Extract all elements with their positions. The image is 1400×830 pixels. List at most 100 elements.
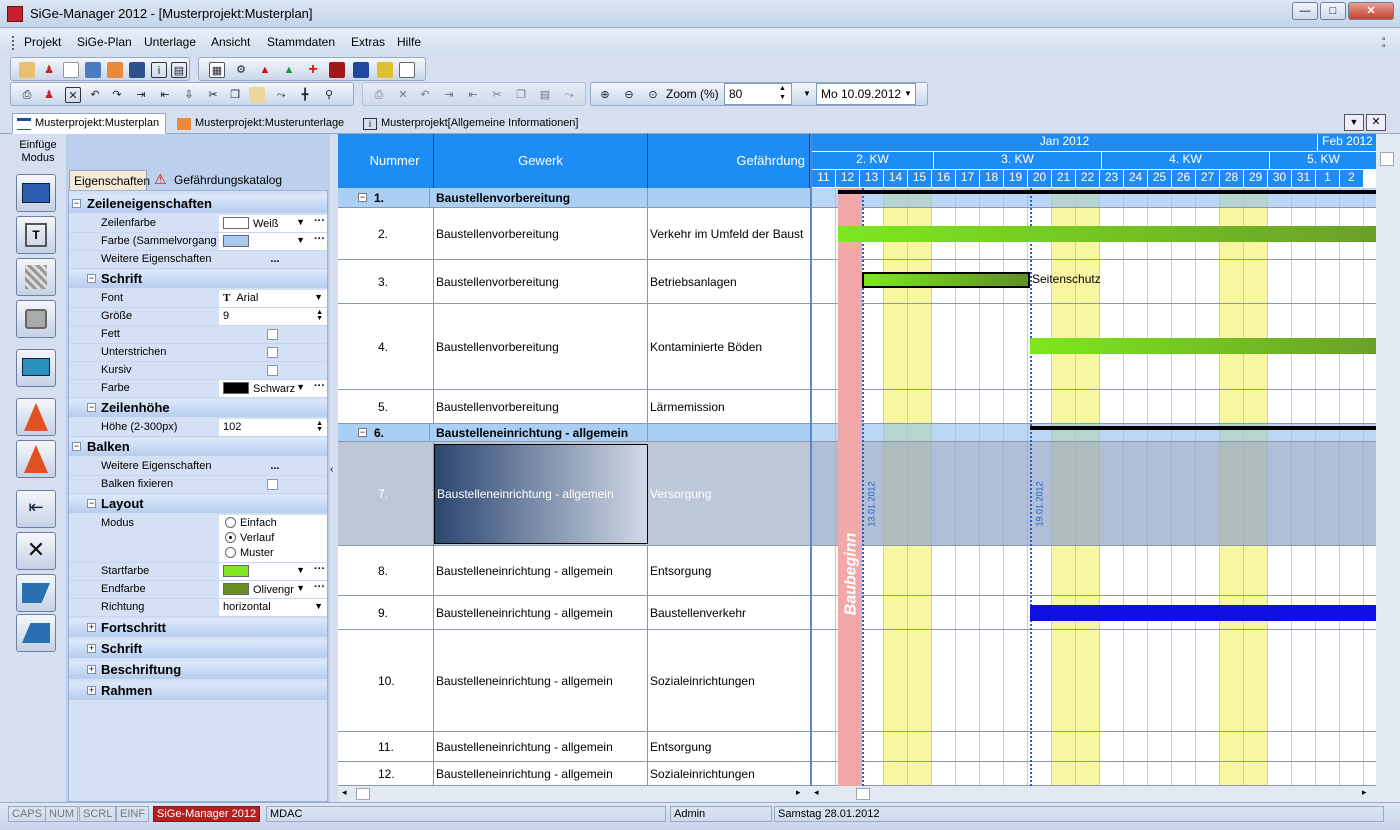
date-dropdown-arrow[interactable]: ▼ (904, 89, 912, 98)
groesse-value[interactable]: 9 ▲ ▼ (219, 308, 327, 325)
bar-row-4[interactable] (1030, 338, 1376, 354)
milestone-baubeginn[interactable] (838, 188, 862, 786)
section-balken[interactable]: − Balken (69, 438, 327, 456)
prop-kursiv[interactable]: Kursiv (69, 362, 327, 380)
table-row[interactable]: 4. Baustellenvorbereitung Kontaminierte Bö… (338, 304, 810, 390)
tab-musterplan[interactable]: Musterprojekt:Musterplan (12, 113, 167, 134)
link-icon[interactable]: ⤳ (273, 87, 289, 103)
insert-row-button[interactable] (16, 174, 56, 212)
close-button[interactable]: ✕ (1348, 2, 1394, 20)
grid-horizontal-scrollbar[interactable]: ◂ ▸ (338, 786, 810, 802)
table-row[interactable]: 2. Baustellenvorbereitung Verkehr im Umfel… (338, 208, 810, 260)
spinner-icon[interactable]: ▲ ▼ (316, 420, 323, 433)
dropdown-arrow-icon[interactable]: ▼ (314, 292, 323, 302)
open-folder-icon[interactable] (19, 62, 35, 78)
collapse-icon[interactable]: − (87, 403, 96, 412)
add-row-icon[interactable]: ╋ (297, 87, 313, 103)
grid-icon[interactable]: ▦ (209, 62, 225, 78)
collapse-icon[interactable]: − (358, 193, 367, 202)
gantt-horizontal-scrollbar[interactable]: ◂ ▸ (810, 786, 1376, 802)
expand-icon[interactable]: + (87, 665, 96, 674)
settings-doc-icon[interactable]: ▤ (171, 62, 187, 78)
section-fortschritt[interactable]: + Fortschritt (69, 619, 327, 637)
insert-hatch-button[interactable] (16, 258, 56, 296)
table-row[interactable]: −1. Baustellenvorbereitung (338, 188, 810, 208)
dropdown-arrow-icon[interactable]: ▼ (296, 217, 305, 227)
paste-icon[interactable] (249, 87, 265, 103)
expand-icon[interactable]: + (87, 644, 96, 653)
section-schrift[interactable]: − Schrift (69, 270, 327, 288)
maximize-button[interactable]: □ (1320, 2, 1346, 20)
cut-icon[interactable]: ✂ (205, 87, 221, 103)
section-schrift-2[interactable]: + Schrift (69, 640, 327, 658)
print-icon[interactable]: ⎙ (19, 87, 35, 103)
insert-text-button[interactable]: T (16, 216, 56, 254)
prop-farbe-sammelvorgang[interactable]: Farbe (Sammelvorgang) ▼ ··· (69, 233, 327, 251)
section-rahmen[interactable]: + Rahmen (69, 682, 327, 700)
menu-unterlage[interactable]: Unterlage (144, 35, 196, 49)
mdi-restore-icon[interactable]: ▫ ▫ (1382, 35, 1392, 52)
startfarbe-value[interactable]: ▼ ··· (219, 563, 327, 580)
tab-list-icon[interactable]: ▼ (1344, 114, 1364, 131)
table-row[interactable]: 3. Baustellenvorbereitung Betriebsanlagen (338, 260, 810, 304)
weitere-eigenschaften-button[interactable]: ... (219, 251, 327, 268)
ellipsis-button[interactable]: ··· (314, 380, 325, 392)
scroll-right-icon[interactable]: ▸ (1362, 787, 1367, 798)
zoom-in-icon[interactable]: ⊕ (597, 87, 613, 103)
dropdown-arrow-icon[interactable]: ▼ (296, 382, 305, 392)
bar-row-2[interactable] (838, 226, 1376, 242)
minimize-button[interactable]: — (1292, 2, 1318, 20)
font-value[interactable]: T Arial ▼ (219, 290, 327, 307)
new-document-icon[interactable] (63, 62, 79, 78)
radio-verlauf[interactable]: Verlauf (225, 532, 274, 544)
delete-icon[interactable]: ✕ (65, 87, 81, 103)
endfarbe-value[interactable]: Olivengr ▼ ··· (219, 581, 327, 598)
ellipsis-button[interactable]: ··· (314, 215, 325, 227)
menu-hilfe[interactable]: Hilfe (397, 35, 421, 49)
summary-bar[interactable] (838, 190, 1376, 194)
table-row[interactable]: 7. Baustelleneinrichtung - allgemein Verso… (338, 442, 810, 546)
ellipsis-button[interactable]: ··· (314, 233, 325, 245)
properties-icon[interactable]: ⚙ (233, 62, 249, 78)
collapse-arrow-icon[interactable]: ‹ (330, 464, 333, 475)
table-icon[interactable] (107, 62, 123, 78)
outdent-icon[interactable]: ⇤ (157, 87, 173, 103)
prop-farbe[interactable]: Farbe Schwarz ▼ ··· (69, 380, 327, 398)
radio-muster[interactable]: Muster (225, 547, 274, 559)
prop-unterstrichen[interactable]: Unterstrichen (69, 344, 327, 362)
tab-close-icon[interactable]: ✕ (1366, 114, 1386, 131)
unterstrichen-checkbox[interactable] (267, 347, 278, 358)
scroll-left-icon[interactable]: ◂ (342, 787, 347, 798)
spinner-icon[interactable]: ▲ ▼ (316, 309, 323, 322)
kursiv-checkbox[interactable] (267, 365, 278, 376)
save-icon[interactable] (129, 62, 145, 78)
prop-balken-fixieren[interactable]: Balken fixieren (69, 476, 327, 494)
insert-camera-button[interactable] (16, 300, 56, 338)
zoom-dropdown-arrow[interactable]: ▼ (803, 89, 811, 98)
insert-marker-button[interactable] (16, 614, 56, 652)
collapse-icon[interactable]: − (72, 199, 81, 208)
delete-link-button[interactable]: ✕ (16, 532, 56, 570)
expand-icon[interactable]: + (87, 686, 96, 695)
prop-weitere-eigenschaften[interactable]: Weitere Eigenschaften... (69, 251, 327, 269)
person-warning-icon[interactable]: ♟ (41, 87, 57, 103)
farbe-value[interactable]: Schwarz ▼ ··· (219, 380, 327, 397)
scroll-right-icon[interactable]: ▸ (796, 787, 801, 798)
info-icon[interactable]: i (151, 62, 167, 78)
menu-sige-plan[interactable]: SiGe-Plan (77, 35, 132, 49)
book-blue-icon[interactable] (353, 62, 369, 78)
book-yellow-icon[interactable] (377, 62, 393, 78)
table-row[interactable]: 5. Baustellenvorbereitung Lärmemission (338, 390, 810, 424)
collapse-icon[interactable]: − (358, 428, 367, 437)
hoehe-value[interactable]: 102 ▲ ▼ (219, 419, 327, 436)
prop-fett[interactable]: Fett (69, 326, 327, 344)
scroll-thumb[interactable] (356, 788, 370, 800)
ellipsis-button[interactable]: ··· (314, 563, 325, 575)
tab-gefaehrdungskatalog[interactable]: ⚠ Gefährdungskatalog (150, 170, 300, 190)
scroll-thumb[interactable] (1380, 152, 1394, 166)
prop-modus[interactable]: Modus Einfach Verlauf Muster (69, 515, 327, 563)
bar-row-3[interactable] (862, 272, 1030, 288)
vertical-scrollbar[interactable] (1376, 134, 1400, 802)
section-zeilenhoehe[interactable]: − Zeilenhöhe (69, 399, 327, 417)
insert-hazard-button[interactable] (16, 440, 56, 478)
